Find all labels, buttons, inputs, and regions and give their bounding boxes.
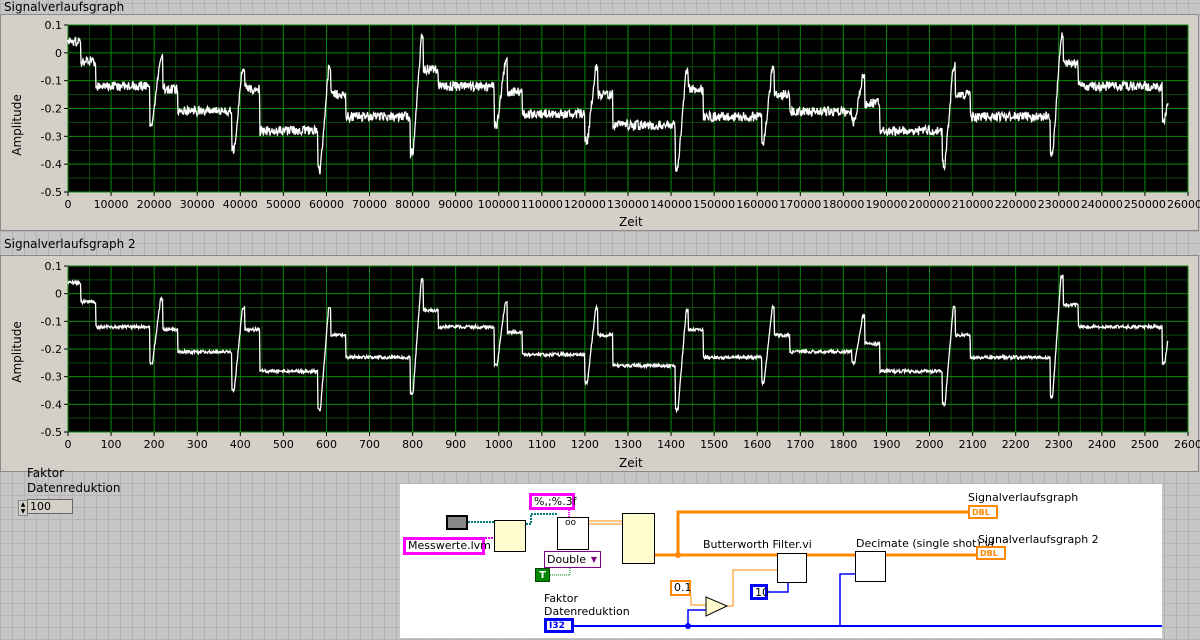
divide-node[interactable] [706,597,727,616]
constant-0-1[interactable]: 0.1 [670,580,691,596]
decimate-node[interactable] [855,551,886,582]
x-tick-label: 1100 [528,438,556,451]
butterworth-filter-node[interactable] [777,553,807,583]
control-label-line1: Faktor [27,466,121,481]
x-tick-label: 2400 [1088,438,1116,451]
x-tick-label: 1900 [872,438,900,451]
x-tick-label: 600 [316,438,337,451]
constant-10[interactable]: 10 [750,584,768,600]
decimate-label: Decimate (single shot).vi [856,537,994,550]
x-tick-label: 1300 [614,438,642,451]
y-tick-label: 0.1 [45,260,63,273]
read-spreadsheet-node[interactable]: oo [557,517,589,550]
x-tick-label: 200 [144,438,165,451]
x-tick-label: 2300 [1045,438,1073,451]
x-tick-label: 1500 [700,438,728,451]
graph2-svg: 0.10-0.1-0.2-0.3-0.4-0.50 100 200 300 400 500… [0,0,1200,480]
x-tick-label: 300 [187,438,208,451]
type-select-ring[interactable]: Double ▼ [544,551,601,568]
type-select-value: Double [547,553,586,566]
x-tick-label: 100 [101,438,122,451]
graph1-terminal[interactable]: DBL [968,505,998,519]
out1-label: Signalverlaufsgraph [968,491,1078,504]
index-array-node[interactable] [622,513,655,564]
x-tick-label: 2000 [916,438,944,451]
y-tick-label: -0.1 [41,315,62,328]
x-tick-label: 800 [402,438,423,451]
out2-label: Signalverlaufsgraph 2 [978,533,1099,546]
faktor-i32-terminal[interactable]: I32 [544,618,574,633]
y-tick-label: 0 [55,288,62,301]
x-tick-label: 1200 [571,438,599,451]
x-tick-label: 1700 [786,438,814,451]
block-diagram: Messwerte.lvm %,;%.3f oo Double ▼ T Butte… [400,484,1162,638]
format-string-constant[interactable]: %,;%.3f [529,493,575,510]
y-tick-label: -0.2 [41,343,62,356]
x-tick-label: 2600 [1174,438,1200,451]
x-tick-label: 2500 [1131,438,1159,451]
graph2-terminal[interactable]: DBL [976,546,1006,560]
build-path-node[interactable] [494,520,526,552]
faktor-terminal-label: Faktor Datenreduktion [544,592,630,618]
faktor-label-line2: Datenreduktion [544,605,630,618]
x-tick-label: 2100 [959,438,987,451]
true-constant[interactable]: T [535,568,550,582]
file-path-constant[interactable]: Messwerte.lvm [403,537,485,555]
y-tick-label: -0.3 [41,371,62,384]
faktor-label-line1: Faktor [544,592,630,605]
glasses-icon: oo [565,518,576,528]
x-tick-label: 1400 [657,438,685,451]
x-tick-label: 1600 [743,438,771,451]
x-tick-label: 0 [65,438,72,451]
x-tick-label: 900 [445,438,466,451]
x-tick-label: 1800 [829,438,857,451]
datenreduktion-input[interactable]: 100 [27,499,73,514]
x-tick-label: 400 [230,438,251,451]
x-tick-label: 2200 [1002,438,1030,451]
control-label: Faktor Datenreduktion [27,466,121,496]
x-tick-label: 1000 [485,438,513,451]
y-tick-label: -0.5 [41,426,62,439]
x-tick-label: 500 [273,438,294,451]
y-tick-label: -0.4 [41,398,62,411]
file-path-icon [446,515,468,530]
control-label-line2: Datenreduktion [27,481,121,496]
butterworth-label: Butterworth Filter.vi [703,538,812,551]
dropdown-arrow-icon: ▼ [591,552,597,567]
x-tick-label: 700 [359,438,380,451]
